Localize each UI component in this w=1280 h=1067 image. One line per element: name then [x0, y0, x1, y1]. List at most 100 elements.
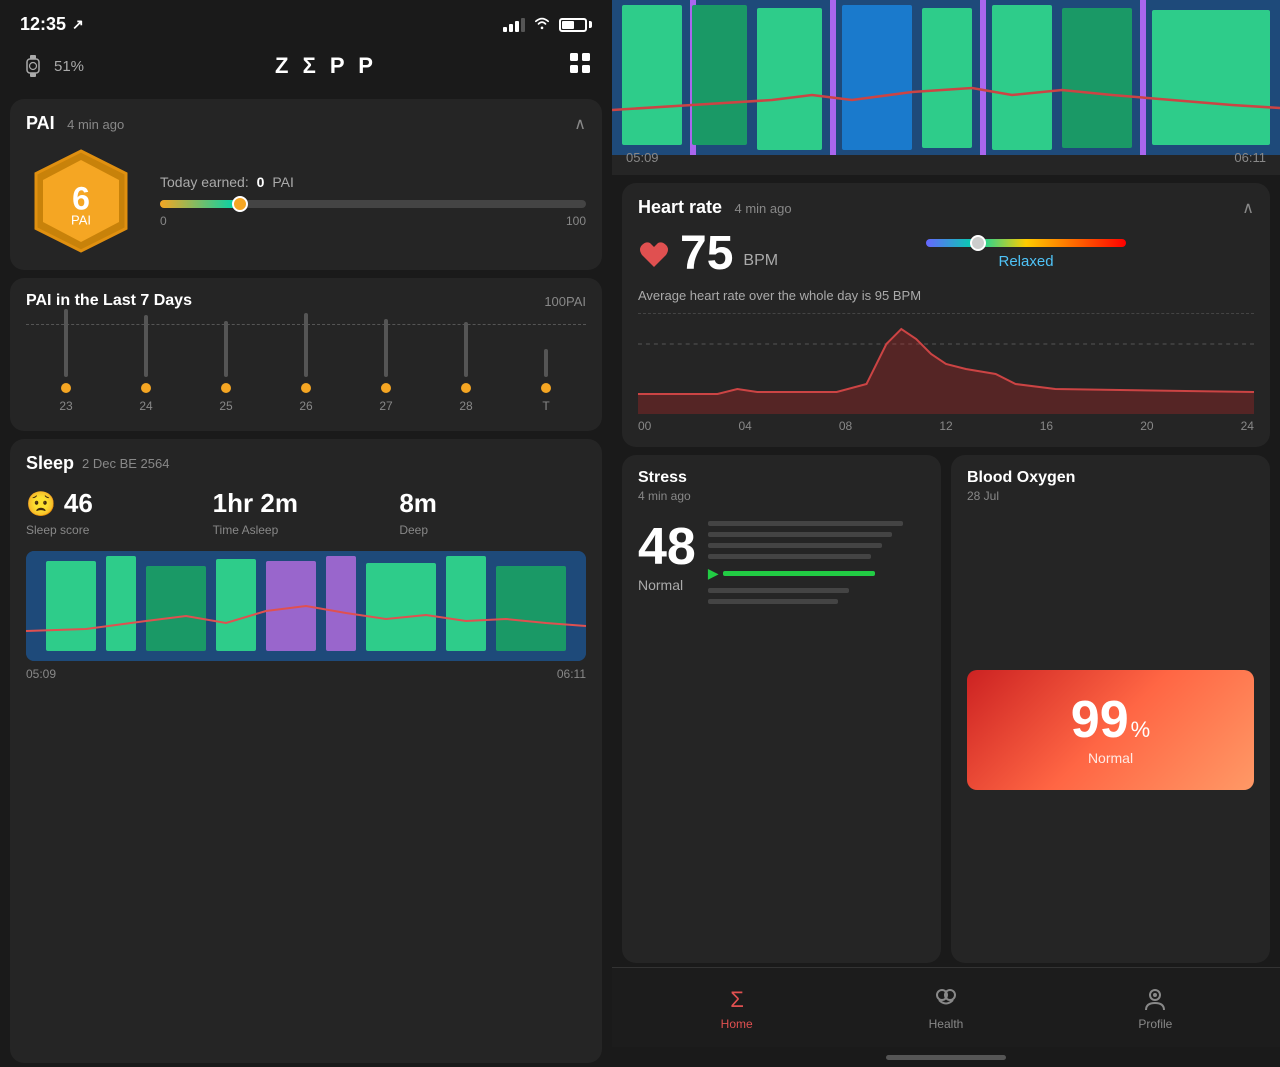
stress-section[interactable]: Stress 4 min ago 48 Normal [622, 455, 941, 963]
blood-oxygen-subtitle: 28 Jul [967, 489, 1254, 503]
sleep-deep-label: Deep [399, 523, 586, 537]
pai-bar-track [160, 200, 586, 208]
pai-day-dot-0 [61, 383, 71, 393]
status-icons [503, 16, 592, 33]
sleep-stats: 😟 46 Sleep score 1hr 2m Time Asleep 8m D… [26, 488, 586, 537]
sleep-time-stat: 1hr 2m Time Asleep [213, 488, 400, 537]
pai-days-section[interactable]: PAI in the Last 7 Days 100PAI 23 [10, 278, 602, 431]
heart-rate-subtitle: 4 min ago [735, 201, 792, 216]
stress-current-indicator: ▶ [708, 565, 925, 582]
svg-text:6: 6 [72, 180, 90, 216]
pai-day-dot-6 [541, 383, 551, 393]
pai-day-col-1: 24 [106, 315, 186, 413]
home-nav-icon: Σ [723, 985, 751, 1013]
heart-slider-area: Relaxed [778, 239, 1254, 270]
blood-oxygen-value: 99 [1071, 694, 1129, 746]
pai-day-col-0: 23 [26, 309, 106, 413]
nav-item-profile[interactable]: Profile [1051, 985, 1260, 1031]
heart-label-16: 16 [1040, 419, 1053, 433]
pai-day-label-6: T [542, 399, 549, 413]
home-nav-label: Home [721, 1017, 753, 1031]
pai-days-title: PAI in the Last 7 Days [26, 292, 192, 310]
battery-indicator [559, 18, 592, 32]
stress-value: 48 [638, 521, 696, 573]
stress-status-label: Normal [638, 577, 696, 593]
nav-item-home[interactable]: Σ Home [632, 985, 841, 1031]
pai-target-label: 100PAI [544, 294, 586, 309]
pai-bar-min: 0 [160, 214, 167, 228]
heart-label-20: 20 [1140, 419, 1153, 433]
bottom-navigation: Σ Home Health Profile [612, 967, 1280, 1047]
sleep-time-start: 05:09 [26, 667, 56, 681]
home-indicator [612, 1047, 1280, 1067]
pai-earned-label: Today earned: 0 PAI [160, 174, 586, 190]
top-chart-start-label: 05:09 [626, 150, 659, 165]
pai-earned-unit: PAI [272, 174, 294, 190]
battery-body [559, 18, 587, 32]
health-nav-label: Health [929, 1017, 964, 1031]
heart-bpm-display: 75 BPM [638, 230, 778, 278]
heart-title-group: Heart rate 4 min ago [638, 197, 792, 218]
pai-day-bar-wrap-2 [186, 321, 266, 377]
top-chart-end-label: 06:11 [1234, 150, 1266, 165]
sleep-deep-value: 8m [399, 488, 437, 519]
profile-nav-label: Profile [1138, 1017, 1172, 1031]
stress-bar-line-6 [708, 588, 849, 593]
pai-bar-labels: 0 100 [160, 214, 586, 228]
heart-rate-title: Heart rate [638, 197, 722, 217]
pai-earned-value: 0 [257, 174, 265, 190]
heart-chart-svg [638, 314, 1254, 414]
sleep-score-value-group: 😟 46 [26, 488, 213, 519]
pai-day-dot-2 [221, 383, 231, 393]
sleep-score-number: 46 [64, 488, 93, 519]
stress-bar-line-3 [708, 543, 882, 548]
stress-content: 48 Normal ▶ [638, 513, 925, 604]
sleep-time-end: 06:11 [557, 667, 586, 681]
battery-percent-label: 51% [54, 58, 84, 75]
sleep-time-labels: 05:09 06:11 [26, 667, 586, 681]
heart-bpm-value: 75 [680, 230, 733, 278]
pai-section[interactable]: PAI 4 min ago ∧ 6 PAI Today earned: 0 [10, 99, 602, 270]
pai-chart-area: 23 24 25 [26, 324, 586, 417]
right-panel: 05:09 06:11 Heart rate 4 min ago ∧ 75 [612, 0, 1280, 1067]
pai-info: Today earned: 0 PAI 0 100 [160, 174, 586, 228]
profile-nav-icon [1141, 985, 1169, 1013]
pai-day-label-1: 24 [139, 399, 152, 413]
pai-day-col-2: 25 [186, 321, 266, 413]
blood-oxygen-status-label: Normal [1088, 750, 1133, 766]
stress-bar-line-7 [708, 599, 838, 604]
nav-item-health[interactable]: Health [841, 985, 1050, 1031]
signal-bar-3 [515, 21, 519, 32]
right-panel-inner: 05:09 06:11 Heart rate 4 min ago ∧ 75 [612, 0, 1280, 967]
stress-bars-container: ▶ [708, 513, 925, 604]
blood-oxygen-section[interactable]: Blood Oxygen 28 Jul 99 % Normal [951, 455, 1270, 963]
sleep-title: Sleep [26, 453, 74, 474]
sleep-score-stat: 😟 46 Sleep score [26, 488, 213, 537]
pai-days-header: PAI in the Last 7 Days 100PAI [26, 292, 586, 310]
heart-avg-text: Average heart rate over the whole day is… [638, 288, 1254, 303]
heart-rate-section[interactable]: Heart rate 4 min ago ∧ 75 BPM Re [622, 183, 1270, 447]
pai-day-label-0: 23 [59, 399, 72, 413]
grid-icon[interactable] [568, 51, 592, 81]
pai-day-bar-6 [544, 349, 548, 377]
pai-title-group: PAI 4 min ago [26, 113, 124, 134]
pai-day-dot-4 [381, 383, 391, 393]
sleep-date: 2 Dec BE 2564 [82, 456, 169, 471]
status-bar: 12:35 ↗ [0, 0, 612, 43]
stress-bar-line-4 [708, 554, 871, 559]
pai-day-bar-4 [384, 319, 388, 377]
top-sleep-chart: 05:09 06:11 [612, 0, 1280, 175]
signal-bar-1 [503, 27, 507, 32]
pai-day-bar-wrap-1 [106, 315, 186, 377]
heart-rate-chevron-icon: ∧ [1242, 198, 1254, 218]
pai-bar-max: 100 [566, 214, 586, 228]
heart-rate-main: 75 BPM Relaxed [638, 230, 1254, 278]
bottom-metrics-row: Stress 4 min ago 48 Normal [622, 455, 1270, 963]
heart-chart-labels: 00 04 08 12 16 20 24 [638, 419, 1254, 433]
stress-arrow-icon: ▶ [708, 565, 719, 582]
pai-chevron-icon: ∧ [574, 114, 586, 134]
pai-earned-text: Today earned: [160, 174, 249, 190]
home-indicator-bar [886, 1055, 1006, 1060]
pai-day-dot-1 [141, 383, 151, 393]
sleep-section[interactable]: Sleep 2 Dec BE 2564 😟 46 Sleep score 1hr… [10, 439, 602, 1063]
